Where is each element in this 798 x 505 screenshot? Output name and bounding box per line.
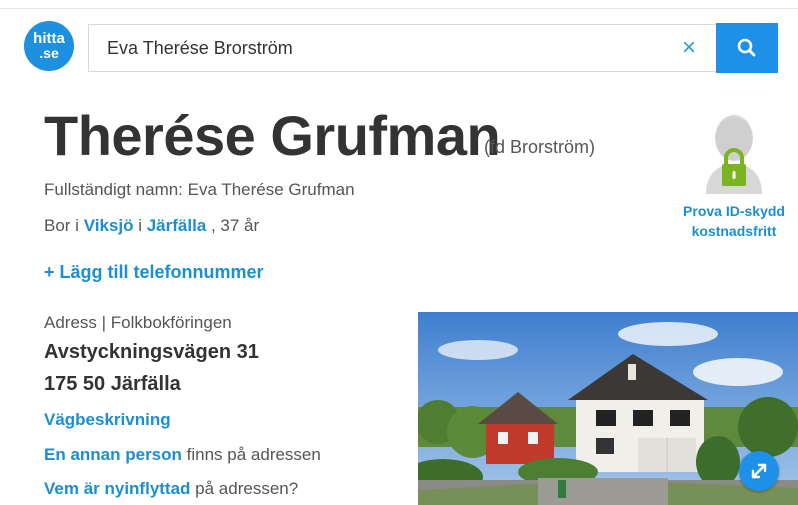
logo-text-se: .se <box>39 45 59 61</box>
age-text: , 37 år <box>206 216 260 235</box>
moved-in-line: Vem är nyinflyttad på adressen? <box>44 479 298 499</box>
moved-in-link[interactable]: Vem är nyinflyttad <box>44 479 190 498</box>
lives-mid: i <box>133 216 147 235</box>
directions-link[interactable]: Vägbeskrivning <box>44 410 171 430</box>
search-input[interactable] <box>107 25 667 71</box>
other-person-line: En annan person finns på adressen <box>44 445 321 465</box>
clear-search-button[interactable]: × <box>677 36 701 60</box>
add-phone-link[interactable]: + Lägg till telefonnummer <box>44 262 264 283</box>
former-name: (fd Brorström) <box>484 137 596 157</box>
top-divider <box>0 8 798 9</box>
residence-line: Bor i Viksjö i Järfälla , 37 år <box>44 216 259 236</box>
padlock-person-icon <box>706 115 762 194</box>
person-name: Therése Grufman <box>44 104 501 167</box>
municipality-link[interactable]: Järfälla <box>147 216 207 235</box>
other-person-link[interactable]: En annan person <box>44 445 182 464</box>
search-icon <box>737 38 756 57</box>
search-box: × <box>88 24 778 72</box>
other-person-rest: finns på adressen <box>181 445 321 464</box>
full-name-text: Fullständigt namn: Eva Therése Grufman <box>44 180 355 199</box>
expand-arrows-icon <box>751 463 767 479</box>
street-address: Avstyckningsvägen 31 <box>44 341 259 363</box>
lives-prefix: Bor i <box>44 216 84 235</box>
search-button[interactable] <box>716 23 778 73</box>
id-protect-line1: Prova ID-skydd <box>683 203 785 219</box>
address-label: Adress | Folkbokföringen <box>44 313 232 332</box>
id-protect-line2: kostnadsfritt <box>691 223 777 239</box>
moved-in-rest: på adressen? <box>190 479 299 498</box>
hitta-logo[interactable]: hitta .se <box>24 21 74 71</box>
district-link[interactable]: Viksjö <box>84 216 134 235</box>
zip-city: 175 50 Järfälla <box>44 373 181 395</box>
logo-text-hitta: hitta <box>33 30 65 47</box>
expand-photo-button[interactable] <box>739 451 779 491</box>
id-protect-link[interactable]: Prova ID-skydd kostnadsfritt <box>674 108 794 241</box>
